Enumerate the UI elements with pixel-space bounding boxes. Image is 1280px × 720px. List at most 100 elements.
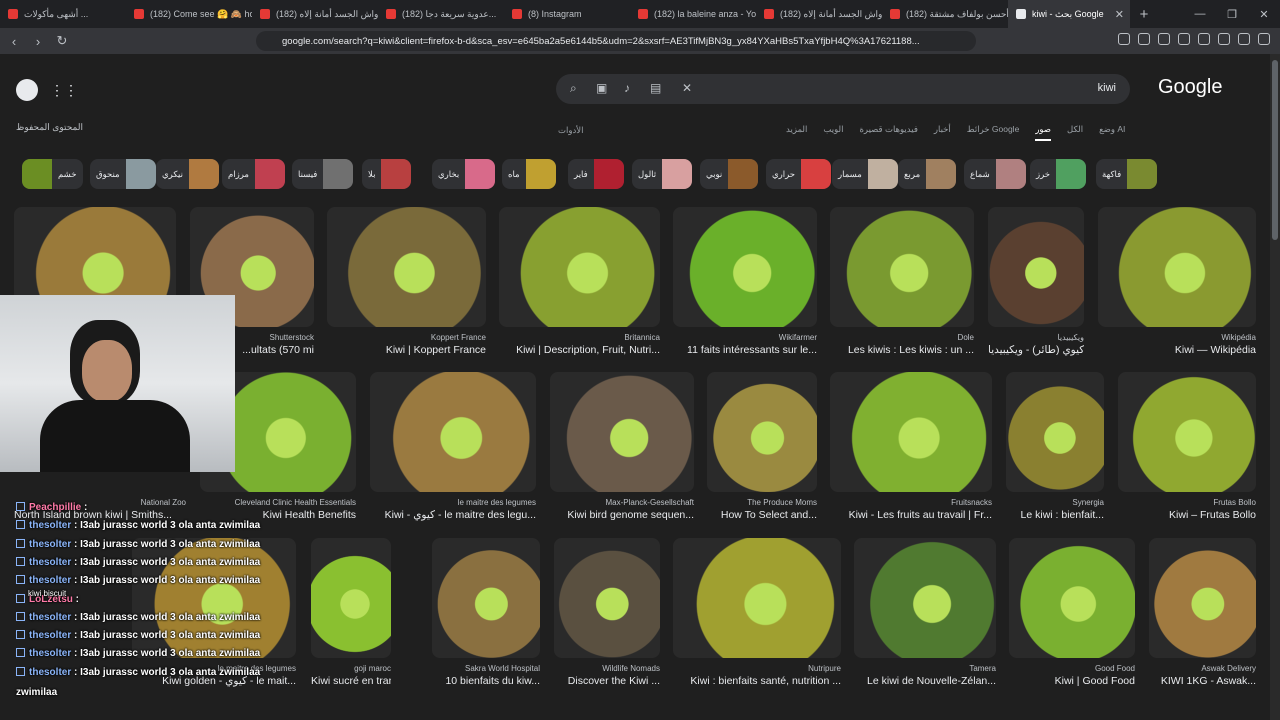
browser-tab[interactable]: (182) Come see 🤗 🙈 ho... (126, 0, 252, 28)
tab-2[interactable]: صور (1035, 124, 1052, 141)
result-title[interactable]: Kiwi – Frutas Bollo (1118, 509, 1256, 521)
image-result[interactable] (1009, 538, 1135, 658)
result-source[interactable]: Synergia (1006, 498, 1104, 507)
related-search-chip[interactable]: مرزام (222, 159, 285, 189)
related-search-chip[interactable]: خرز (1030, 159, 1087, 189)
image-result[interactable] (830, 207, 974, 327)
result-title[interactable]: كيوي (طائر) - ويكيبيديا (988, 344, 1084, 356)
tab-7[interactable]: المزيد (786, 124, 807, 141)
result-title[interactable]: Discover the Kiwi ... (554, 675, 660, 687)
shield-icon[interactable] (1238, 33, 1250, 45)
image-result[interactable] (554, 538, 660, 658)
result-source[interactable]: The Produce Moms (707, 498, 817, 507)
tab-3[interactable]: خرائط Google (967, 124, 1020, 141)
related-search-chip[interactable]: شماع (964, 159, 1026, 189)
related-search-chip[interactable]: فيسنا (292, 159, 354, 189)
result-title[interactable]: Le kiwi de Nouvelle-Zélan... (854, 675, 996, 687)
browser-tab[interactable]: (182) أحسن بولفاف مشتقة... (882, 0, 1008, 28)
result-source[interactable]: Cleveland Clinic Health Essentials (200, 498, 356, 507)
saved-content-link[interactable]: المحتوى المحفوظ (16, 122, 83, 133)
image-result[interactable] (499, 207, 660, 327)
result-source[interactable]: le maitre des legumes (370, 498, 536, 507)
related-search-chip[interactable]: بخاري (432, 159, 496, 189)
result-title[interactable]: 11 faits intéressants sur le... (673, 344, 817, 356)
image-result[interactable] (673, 207, 817, 327)
music-icon[interactable] (1178, 33, 1190, 45)
scrollbar[interactable] (1270, 54, 1280, 720)
result-source[interactable]: Britannica (499, 333, 660, 342)
result-source[interactable]: Nutripure (673, 664, 841, 673)
result-title[interactable]: Les kiwis : Les kiwis : un ... (830, 344, 974, 356)
result-title[interactable]: 10 bienfaits du kiw... (432, 675, 540, 687)
related-search-chip[interactable]: نوبي (700, 159, 759, 189)
back-icon[interactable]: ‹ (4, 34, 24, 49)
related-search-chip[interactable]: حراري (766, 159, 832, 189)
image-result[interactable] (854, 538, 996, 658)
search-icon[interactable]: ⌕ (570, 81, 577, 96)
close-tab-icon[interactable]: ✕ (1115, 8, 1124, 21)
result-source[interactable]: Fruitsnacks (830, 498, 992, 507)
apps-grid-icon[interactable]: ⋮⋮ (50, 82, 78, 99)
result-source[interactable]: ويكيبيديا (988, 333, 1084, 342)
image-result[interactable] (830, 372, 992, 492)
result-source[interactable]: Wildlife Nomads (554, 664, 660, 673)
close-window-icon[interactable]: ✕ (1248, 8, 1280, 21)
tab-0[interactable]: وضع AI (1099, 124, 1125, 141)
download-icon[interactable] (1158, 33, 1170, 45)
image-result[interactable] (673, 538, 841, 658)
related-search-chip[interactable]: مربع (898, 159, 957, 189)
microphone-icon[interactable]: ♪ (624, 81, 630, 95)
result-source[interactable]: Wikipédia (1098, 333, 1256, 342)
browser-tab[interactable]: (182) عدوية سريعة دجا... (378, 0, 504, 28)
result-title[interactable]: Kiwi bird genome sequen... (550, 509, 694, 521)
image-result[interactable] (311, 538, 391, 658)
result-source[interactable]: Good Food (1009, 664, 1135, 673)
result-title[interactable]: Kiwi | Description, Fruit, Nutri... (499, 344, 660, 356)
tab-1[interactable]: الكل (1067, 124, 1083, 141)
result-source[interactable]: Wikifarmer (673, 333, 817, 342)
result-title[interactable]: Kiwi - Les fruits au travail | Fr... (830, 509, 992, 521)
result-title[interactable]: How To Select and... (707, 509, 817, 521)
wallet-icon[interactable] (1218, 33, 1230, 45)
related-search-chip[interactable]: مسمار (832, 159, 898, 189)
menu-icon[interactable] (1258, 33, 1270, 45)
extension-icon[interactable] (1138, 33, 1150, 45)
search-input[interactable]: kiwi (1098, 82, 1116, 94)
result-title[interactable]: KIWI 1KG - Aswak... (1149, 675, 1256, 687)
image-result[interactable] (432, 538, 540, 658)
related-search-chip[interactable]: ثالول (632, 159, 693, 189)
tab-5[interactable]: فيديوهات قصيرة (859, 124, 917, 141)
image-result[interactable] (370, 372, 536, 492)
related-search-chip[interactable]: خشم (22, 159, 83, 189)
result-title[interactable]: Kiwi - كيوي - le maitre des legu... (370, 509, 536, 521)
image-search-icon[interactable]: ▣ (596, 81, 607, 95)
result-source[interactable]: Sakra World Hospital (432, 664, 540, 673)
brave-logo-icon[interactable] (16, 79, 38, 101)
search-box[interactable]: ⌕ ▣ ♪ ▤ ✕ kiwi (556, 74, 1130, 104)
new-tab-button[interactable]: + (1130, 6, 1158, 23)
browser-tab[interactable]: (182) la baleine anza - You... (630, 0, 756, 28)
related-search-chip[interactable]: فاير (568, 159, 624, 189)
keyboard-icon[interactable]: ▤ (650, 81, 661, 95)
image-result[interactable] (1098, 207, 1256, 327)
result-title[interactable]: Kiwi | Good Food (1009, 675, 1135, 687)
result-title[interactable]: Kiwi — Wikipédia (1098, 344, 1256, 356)
scrollbar-thumb[interactable] (1272, 60, 1278, 240)
address-bar[interactable]: google.com/search?q=kiwi&client=firefox-… (256, 31, 976, 51)
sidebar-icon[interactable] (1198, 33, 1210, 45)
clear-icon[interactable]: ✕ (682, 81, 692, 95)
browser-tab[interactable]: kiwi - بحث Google ✕ (1008, 0, 1130, 28)
image-result[interactable] (550, 372, 694, 492)
related-search-chip[interactable]: منحوق (90, 159, 156, 189)
browser-tab[interactable]: (182) واش الجسد أمانة إلاه... (252, 0, 378, 28)
result-source[interactable]: Koppert France (327, 333, 486, 342)
related-search-chip[interactable]: نيكري (156, 159, 219, 189)
result-source[interactable]: Frutas Bollo (1118, 498, 1256, 507)
extension-icon[interactable] (1118, 33, 1130, 45)
image-result[interactable] (988, 207, 1084, 327)
browser-tab[interactable]: أشهى مأكولات ... (0, 0, 126, 28)
tab-6[interactable]: الويب (823, 124, 843, 141)
result-source[interactable]: goji maroc (311, 664, 391, 673)
minimize-icon[interactable]: — (1184, 8, 1216, 21)
related-search-chip[interactable]: بلا (362, 159, 412, 189)
